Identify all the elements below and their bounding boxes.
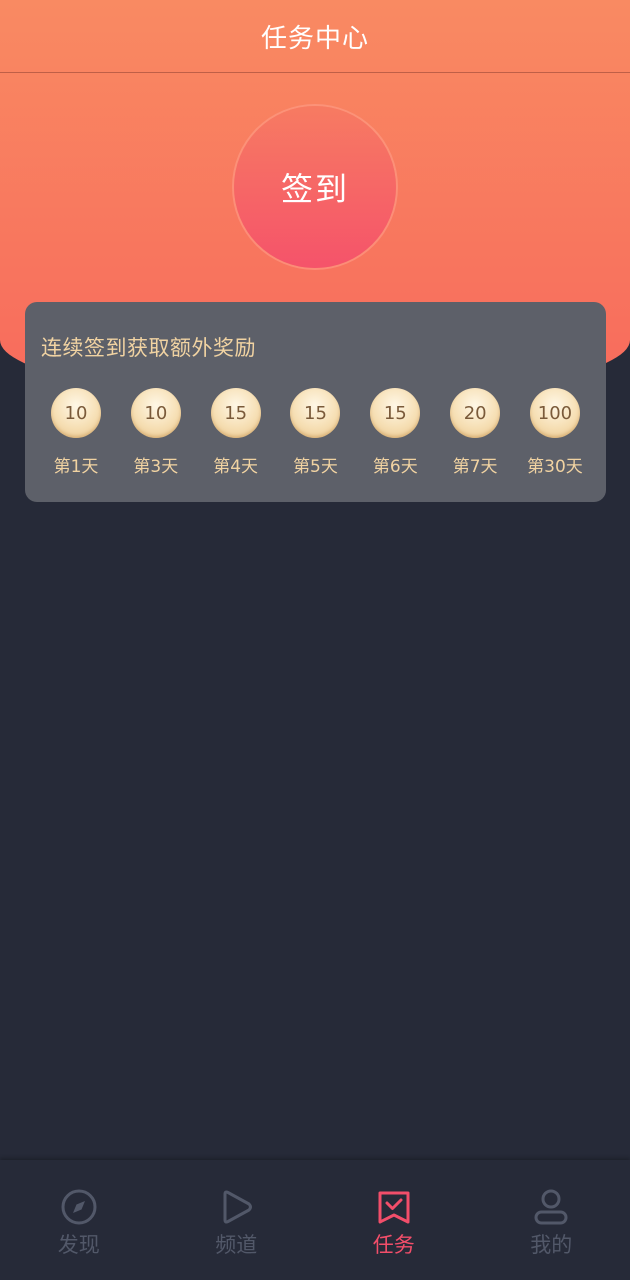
reward-day-label: 第5天 xyxy=(293,457,338,477)
reward-day-label: 第4天 xyxy=(213,457,259,477)
reward-day-label: 第3天 xyxy=(133,457,179,477)
page-title: 任务中心 xyxy=(260,23,369,54)
streak-reward-title: 连续签到获取额外奖励 xyxy=(41,336,256,360)
reward-item: 10 第3天 xyxy=(121,388,191,477)
tab-tasks[interactable]: 任务 xyxy=(315,1160,473,1280)
tab-label: 我的 xyxy=(530,1233,573,1257)
streak-reward-card: 连续签到获取额外奖励 10 第1天 10 第3天 15 第4天 15 第5天 1… xyxy=(25,302,606,502)
reward-item: 15 第5天 xyxy=(280,388,350,477)
coin-badge: 10 xyxy=(130,388,181,438)
coin-badge: 15 xyxy=(370,388,421,438)
reward-day-label: 第1天 xyxy=(53,457,99,477)
reward-list: 10 第1天 10 第3天 15 第4天 15 第5天 15 第6天 20 第7… xyxy=(41,388,590,477)
tab-channels[interactable]: 频道 xyxy=(158,1160,316,1280)
title-bar: 任务中心 xyxy=(0,0,630,73)
coin-badge: 100 xyxy=(529,388,580,438)
tab-label: 任务 xyxy=(372,1233,415,1257)
compass-icon xyxy=(60,1188,98,1226)
bottom-tab-bar: 发现 频道 任务 我的 xyxy=(0,1160,630,1280)
reward-day-label: 第6天 xyxy=(372,457,418,477)
reward-item: 15 第6天 xyxy=(360,388,430,477)
checkin-button-label: 签到 xyxy=(280,170,349,208)
play-icon xyxy=(217,1188,255,1226)
tab-label: 发现 xyxy=(57,1233,100,1257)
tab-label: 频道 xyxy=(215,1233,258,1257)
checkin-button[interactable]: 签到 xyxy=(234,106,396,268)
tab-mine[interactable]: 我的 xyxy=(473,1160,630,1280)
coin-badge: 15 xyxy=(210,388,261,438)
task-check-icon xyxy=(375,1188,413,1226)
coin-badge: 20 xyxy=(450,388,501,438)
coin-badge: 10 xyxy=(51,388,101,438)
reward-item: 100 第30天 xyxy=(520,388,590,477)
reward-day-label: 第30天 xyxy=(527,457,583,477)
reward-item: 10 第1天 xyxy=(41,388,111,477)
user-icon xyxy=(532,1188,570,1226)
reward-day-label: 第7天 xyxy=(452,457,498,477)
reward-item: 15 第4天 xyxy=(201,388,271,477)
reward-item: 20 第7天 xyxy=(440,388,510,477)
tab-discover[interactable]: 发现 xyxy=(0,1160,158,1280)
coin-badge: 15 xyxy=(290,388,341,438)
